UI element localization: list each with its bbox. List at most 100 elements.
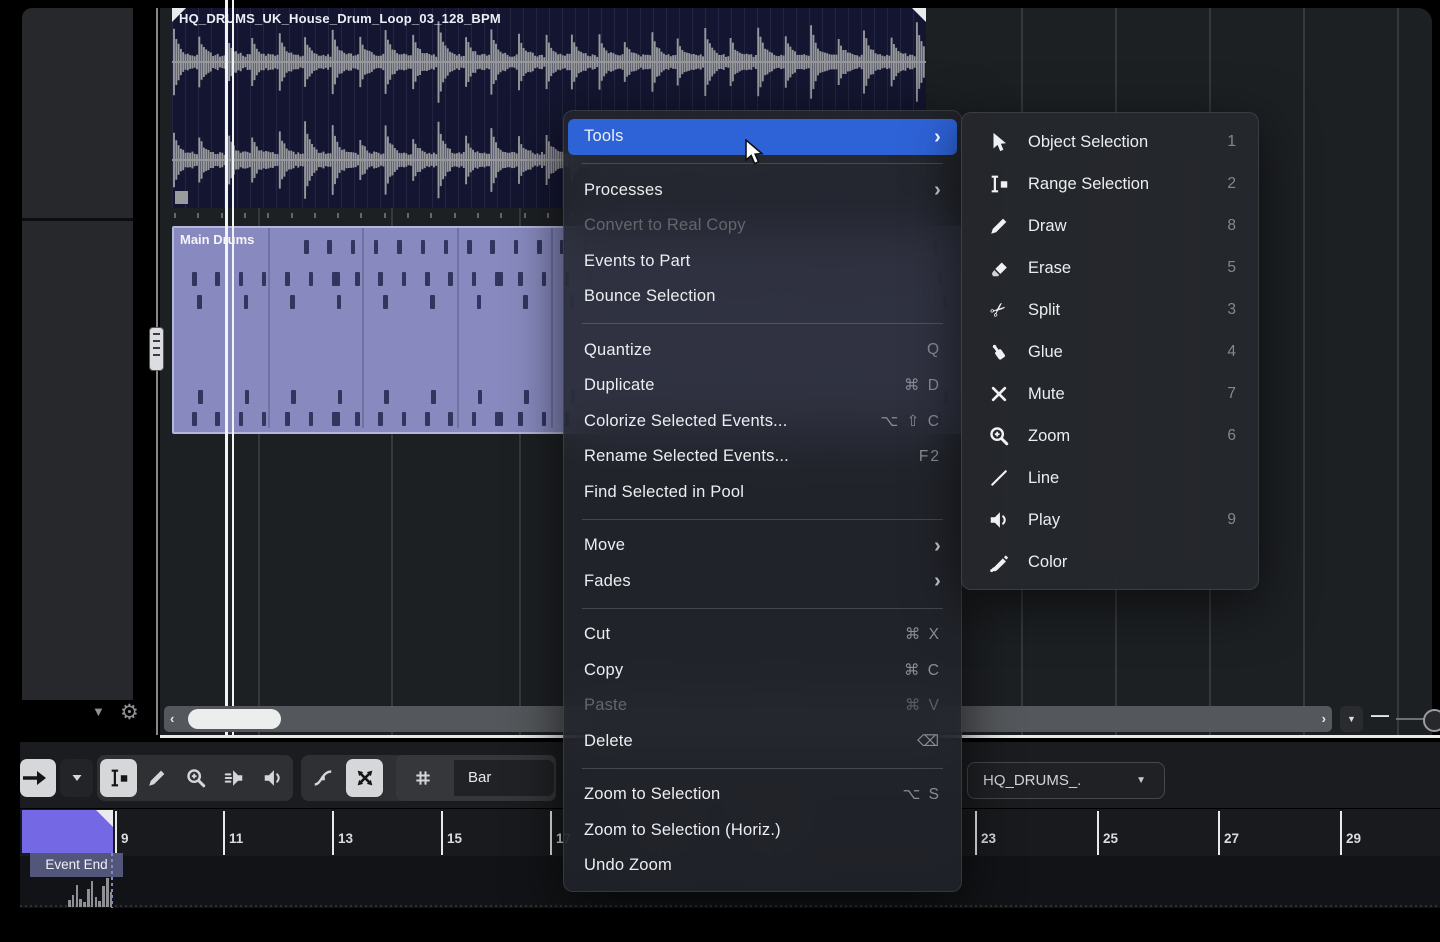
menu-item-move[interactable]: Move›	[568, 528, 957, 564]
tool-options-dropdown[interactable]	[60, 759, 93, 797]
midi-note	[291, 390, 296, 404]
color-icon	[986, 550, 1012, 574]
zoom-slider-knob[interactable]	[1423, 709, 1440, 732]
submenu-item-line[interactable]: Line	[966, 457, 1254, 499]
submenu-chevron-icon: ›	[934, 180, 941, 200]
submenu-key-label: 9	[1227, 511, 1236, 529]
midi-note	[425, 412, 430, 426]
ruler-tick	[332, 811, 334, 855]
part-gridline	[362, 228, 364, 428]
play-tool-button[interactable]	[254, 759, 291, 797]
midi-note	[355, 272, 360, 286]
menu-item-duplicate[interactable]: Duplicate⌘ D	[568, 368, 957, 404]
midi-note	[239, 412, 244, 426]
track-divider	[22, 218, 133, 221]
bar-tick	[477, 213, 479, 218]
gear-icon[interactable]: ⚙	[120, 700, 139, 725]
playhead-cursor[interactable]	[225, 0, 234, 735]
midi-note	[383, 295, 388, 309]
midi-note	[495, 272, 503, 286]
menu-item-copy[interactable]: Copy⌘ C	[568, 653, 957, 689]
menu-item-quantize[interactable]: QuantizeQ	[568, 333, 957, 369]
menu-item-find-selected-in-pool[interactable]: Find Selected in Pool	[568, 475, 957, 511]
menu-shortcut: ⌫	[917, 732, 941, 751]
menu-item-zoom-to-selection-horiz[interactable]: Zoom to Selection (Horiz.)	[568, 813, 957, 849]
midi-note	[542, 272, 547, 286]
range-selection-icon	[986, 172, 1012, 196]
ruler-bar-number: 25	[1103, 831, 1118, 846]
scrollbar-thumb[interactable]	[188, 709, 281, 729]
bar-tick	[337, 213, 339, 218]
midi-note	[472, 272, 477, 286]
timeline-gridline	[1397, 8, 1399, 735]
submenu-item-glue[interactable]: Glue4	[966, 331, 1254, 373]
grid-type-dropdown[interactable]: Bar	[454, 760, 554, 796]
submenu-item-color[interactable]: Color	[966, 541, 1254, 583]
snap-arrows-button[interactable]	[346, 759, 383, 797]
split-icon: ✂	[986, 298, 1012, 322]
fade-curve-button[interactable]	[304, 759, 341, 797]
midi-note	[285, 412, 290, 426]
line-icon	[986, 466, 1012, 490]
bar-tick	[314, 213, 316, 218]
submenu-item-split[interactable]: ✂Split3	[966, 289, 1254, 331]
menu-item-undo-zoom[interactable]: Undo Zoom	[568, 848, 957, 884]
bar-tick	[430, 213, 432, 218]
menu-item-colorize-selected-events[interactable]: Colorize Selected Events...⌥ ⇧ C	[568, 404, 957, 440]
submenu-key-label: 5	[1227, 259, 1236, 277]
midi-note	[467, 240, 472, 254]
menu-item-fades[interactable]: Fades›	[568, 564, 957, 600]
event-selector-dropdown[interactable]: HQ_DRUMS_. ▼	[967, 762, 1165, 799]
bar-tick	[500, 213, 502, 218]
menu-item-rename-selected-events[interactable]: Rename Selected Events...F2	[568, 439, 957, 475]
menu-item-cut[interactable]: Cut⌘ X	[568, 617, 957, 653]
bar-tick	[454, 213, 456, 218]
selection-tool-button[interactable]	[20, 759, 56, 797]
scrub-tool-button[interactable]	[216, 759, 253, 797]
ruler-tick	[115, 811, 117, 855]
event-corner-handle[interactable]	[172, 8, 186, 22]
draw-tool-button[interactable]	[139, 759, 176, 797]
submenu-item-erase[interactable]: Erase5	[966, 247, 1254, 289]
menu-item-events-to-part[interactable]: Events to Part	[568, 244, 957, 280]
track-list-panel[interactable]	[22, 8, 133, 700]
zoom-out-icon[interactable]: —	[1371, 705, 1389, 726]
ruler-tick	[441, 811, 443, 855]
part-gridline	[268, 228, 270, 428]
submenu-key-label: 4	[1227, 343, 1236, 361]
bar-tick	[291, 213, 293, 218]
menu-item-label: Copy	[584, 661, 623, 680]
menu-item-delete[interactable]: Delete⌫	[568, 724, 957, 760]
ruler-tick	[975, 811, 977, 855]
submenu-item-object-selection[interactable]: Object Selection1	[966, 121, 1254, 163]
snap-grid-control[interactable]: Bar	[396, 755, 556, 801]
chevron-down-icon[interactable]: ▼	[92, 704, 105, 719]
part-gridline	[457, 228, 459, 428]
ruler-bar-number: 13	[338, 831, 353, 846]
range-selection-tool-button[interactable]	[100, 759, 137, 797]
daw-window: ▼ ⚙ HQ_DRUMS_UK_House_Drum_Loop_03_128_B…	[0, 0, 1440, 942]
midi-note	[378, 412, 383, 426]
zoom-tool-button[interactable]	[177, 759, 214, 797]
scroll-right-icon[interactable]: ›	[1322, 711, 1326, 726]
splitter-handle[interactable]	[149, 327, 164, 371]
event-corner-handle[interactable]	[912, 8, 926, 22]
menu-item-zoom-to-selection[interactable]: Zoom to Selection⌥ S	[568, 777, 957, 813]
submenu-item-zoom[interactable]: Zoom6	[966, 415, 1254, 457]
submenu-item-range-selection[interactable]: Range Selection2	[966, 163, 1254, 205]
submenu-item-mute[interactable]: Mute7	[966, 373, 1254, 415]
submenu-key-label: 3	[1227, 301, 1236, 319]
scroll-left-icon[interactable]: ‹	[170, 711, 174, 726]
midi-note	[514, 240, 519, 254]
midi-note	[337, 295, 342, 309]
midi-note	[402, 272, 407, 286]
zoom-preset-dropdown[interactable]: ▼	[1340, 706, 1363, 732]
event-resize-handle[interactable]	[175, 191, 188, 204]
submenu-item-draw[interactable]: Draw8	[966, 205, 1254, 247]
menu-item-label: Rename Selected Events...	[584, 447, 789, 466]
menu-item-processes[interactable]: Processes›	[568, 173, 957, 209]
menu-item-bounce-selection[interactable]: Bounce Selection	[568, 279, 957, 315]
submenu-item-play[interactable]: Play9	[966, 499, 1254, 541]
audio-event-fragment[interactable]	[22, 810, 113, 853]
ruler-tick	[1097, 811, 1099, 855]
